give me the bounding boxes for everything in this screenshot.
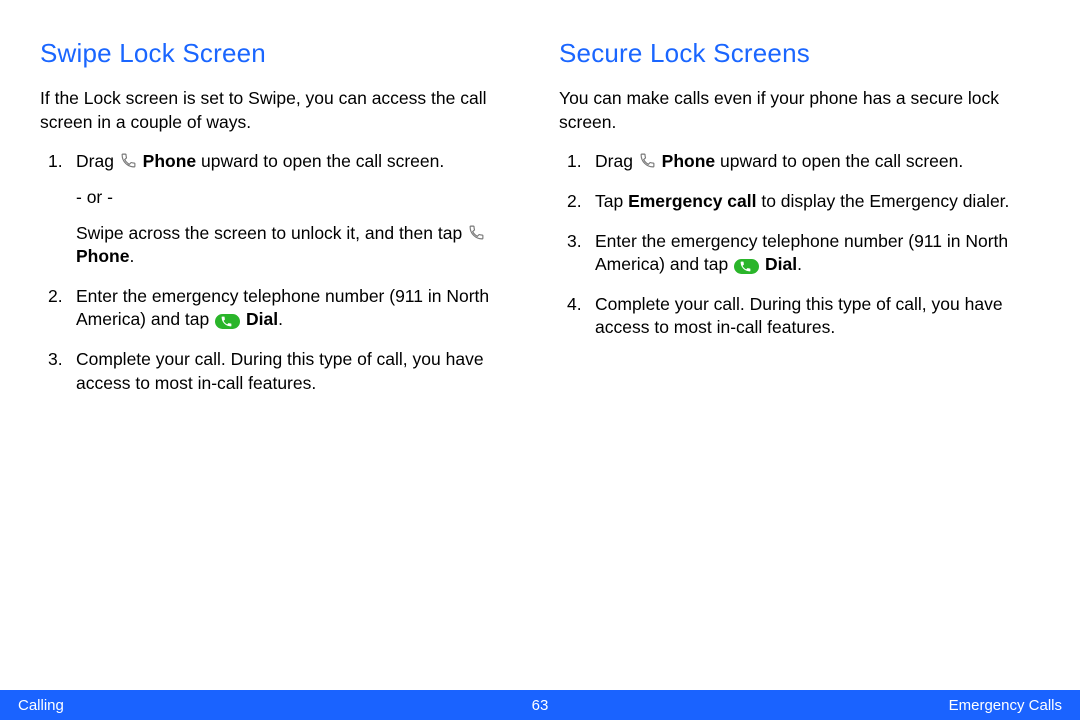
dial-label: Dial [246,309,278,329]
swipe-intro: If the Lock screen is set to Swipe, you … [40,87,521,134]
step-text: . [278,309,283,329]
emergency-call-label: Emergency call [628,191,756,211]
page-content: Swipe Lock Screen If the Lock screen is … [0,0,1080,411]
secure-step3: Enter the emergency telephone number (91… [595,230,1040,277]
footer-right: Emergency Calls [949,697,1062,714]
left-column: Swipe Lock Screen If the Lock screen is … [40,38,521,411]
footer-left: Calling [18,697,64,714]
secure-steps: Drag Phone upward to open the call scree… [559,150,1040,340]
dial-label: Dial [765,254,797,274]
phone-icon [468,224,485,241]
step-text: . [129,246,134,266]
step-text: to display the Emergency dialer. [756,191,1009,211]
step-text: Swipe across the screen to unlock it, an… [76,223,467,243]
step-text: . [797,254,802,274]
page-footer: Calling 63 Emergency Calls [0,690,1080,720]
phone-icon [639,152,656,169]
or-divider: - or - [76,186,521,210]
phone-label: Phone [143,151,196,171]
secure-step1: Drag Phone upward to open the call scree… [595,150,1040,174]
phone-icon [120,152,137,169]
swipe-steps: Drag Phone upward to open the call scree… [40,150,521,395]
step-text: Tap [595,191,628,211]
phone-label: Phone [76,246,129,266]
step-text: upward to open the call screen. [715,151,963,171]
swipe-step2: Enter the emergency telephone number (91… [76,285,521,332]
step-text: Drag [76,151,119,171]
dial-button-icon [734,259,759,274]
right-column: Secure Lock Screens You can make calls e… [559,38,1040,411]
step-text: Drag [595,151,638,171]
secure-step4: Complete your call. During this type of … [595,293,1040,340]
phone-label: Phone [662,151,715,171]
secure-intro: You can make calls even if your phone ha… [559,87,1040,134]
secure-heading: Secure Lock Screens [559,38,1040,69]
swipe-heading: Swipe Lock Screen [40,38,521,69]
swipe-step3: Complete your call. During this type of … [76,348,521,395]
dial-button-icon [215,314,240,329]
step-text: upward to open the call screen. [196,151,444,171]
step-sub: Swipe across the screen to unlock it, an… [76,222,521,269]
page-number: 63 [532,697,549,714]
secure-step2: Tap Emergency call to display the Emerge… [595,190,1040,214]
swipe-step1: Drag Phone upward to open the call scree… [76,150,521,269]
